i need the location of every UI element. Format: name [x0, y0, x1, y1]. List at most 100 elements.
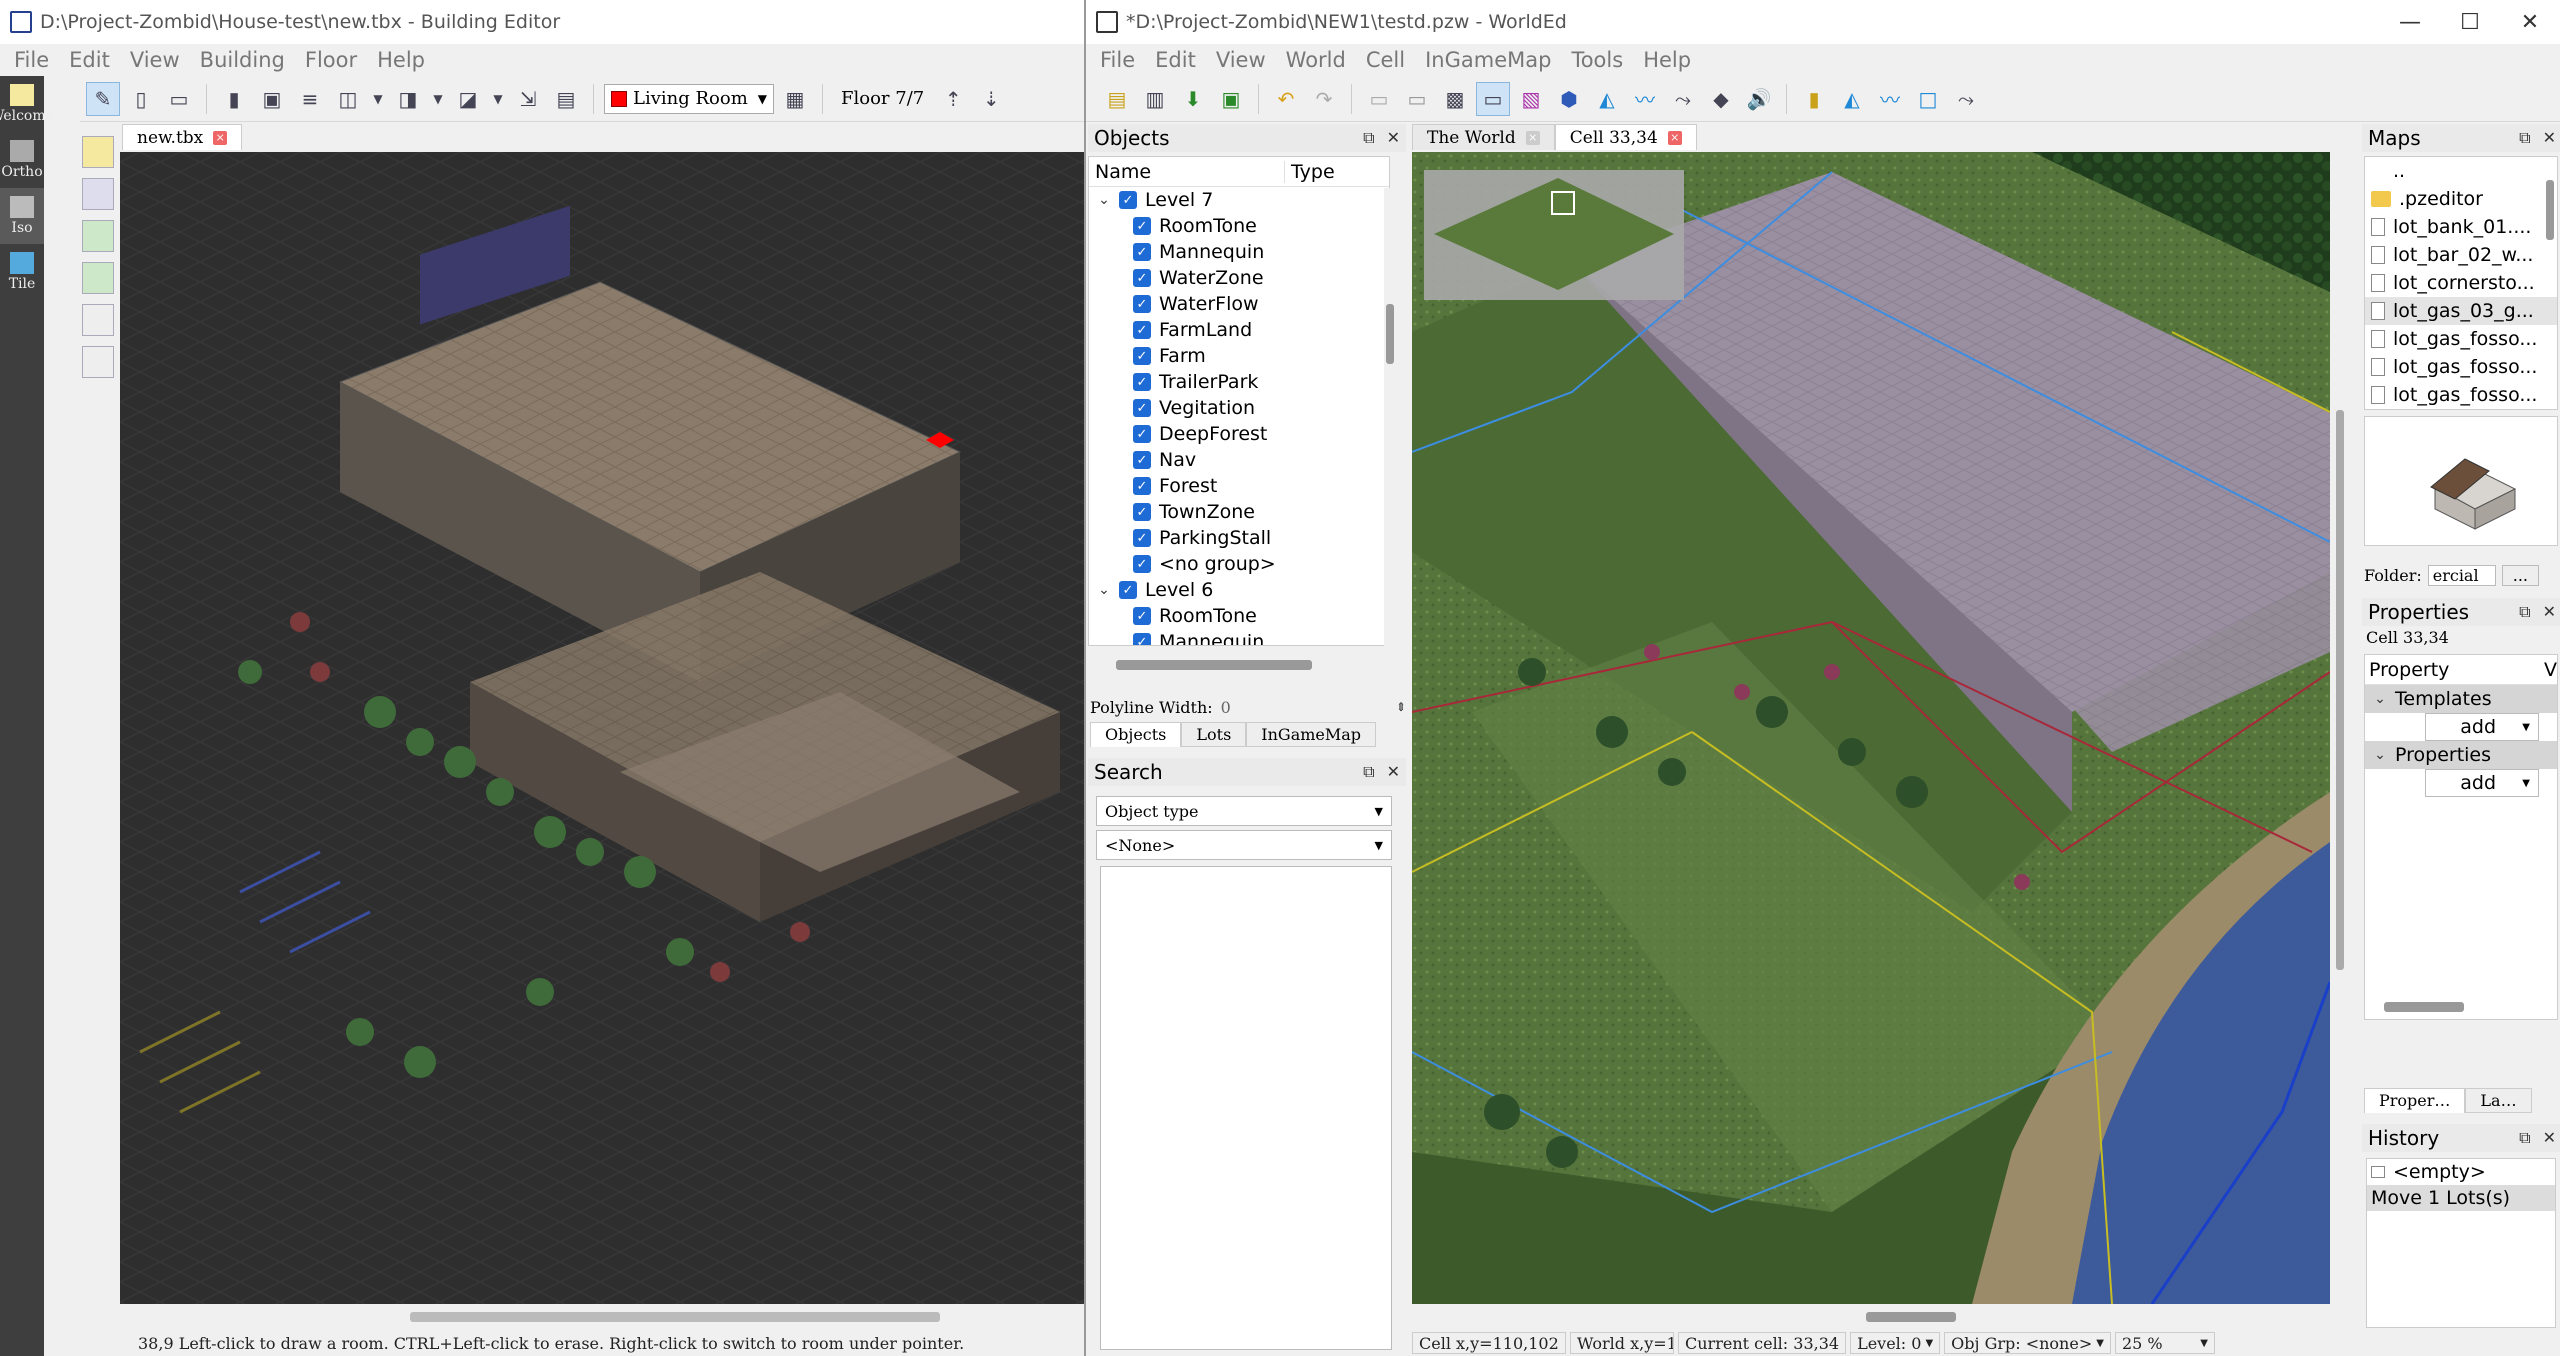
- select-icon[interactable]: ⇲: [511, 82, 545, 116]
- checkbox[interactable]: ✓: [1133, 555, 1151, 573]
- export-icon[interactable]: ▣: [1214, 82, 1248, 116]
- tree-item-row[interactable]: ✓ Forest: [1089, 473, 1389, 499]
- tab-properties[interactable]: Proper…: [2364, 1088, 2466, 1113]
- picker-icon[interactable]: ▤: [549, 82, 583, 116]
- checkbox[interactable]: ✓: [1119, 581, 1137, 599]
- map-file-item[interactable]: lot_bar_02_w...: [2365, 241, 2557, 269]
- folder-browse-button[interactable]: ...: [2501, 564, 2539, 586]
- menu-help[interactable]: Help: [1633, 48, 1701, 72]
- tree-item-row[interactable]: ✓ WaterFlow: [1089, 291, 1389, 317]
- chevron-down-icon[interactable]: ⌄: [1095, 582, 1113, 598]
- checkbox[interactable]: ✓: [1133, 399, 1151, 417]
- mode-iso[interactable]: Iso: [0, 188, 44, 244]
- rooms-dialog-icon[interactable]: ▦: [778, 82, 812, 116]
- tab-objects[interactable]: Objects: [1090, 722, 1182, 747]
- tree-item-row[interactable]: ✓ RoomTone: [1089, 213, 1389, 239]
- chevron-down-icon[interactable]: ▼: [429, 82, 447, 116]
- history-item-selected[interactable]: Move 1 Lots(s): [2367, 1185, 2555, 1211]
- menu-edit[interactable]: Edit: [1145, 48, 1206, 72]
- maps-vscroll-thumb[interactable]: [2546, 180, 2554, 240]
- close-icon[interactable]: ✕: [2543, 1128, 2556, 1148]
- window-icon[interactable]: ▣: [255, 82, 289, 116]
- chevron-down-icon[interactable]: ▼: [489, 82, 507, 116]
- bmp-polygon-icon[interactable]: ◭: [1835, 82, 1869, 116]
- new-icon[interactable]: ▤: [1100, 82, 1134, 116]
- new-icon[interactable]: [82, 136, 114, 168]
- properties-table[interactable]: Property V ⌄ Templates add ▼ ⌄ Propertie…: [2364, 654, 2558, 1020]
- checkbox[interactable]: ✓: [1133, 477, 1151, 495]
- roof-corner-icon[interactable]: ◪: [451, 82, 485, 116]
- bmp-rect-icon[interactable]: □: [1911, 82, 1945, 116]
- polyline-value[interactable]: 0: [1221, 698, 1231, 717]
- objects-hscroll-thumb[interactable]: [1116, 660, 1312, 670]
- map-file-item[interactable]: lot_cornersto...: [2365, 269, 2557, 297]
- object-tool-icon[interactable]: ⬢: [1552, 82, 1586, 116]
- save-icon[interactable]: ⬇: [1176, 82, 1210, 116]
- room-combo[interactable]: Living Room ▼: [604, 83, 774, 114]
- menu-edit[interactable]: Edit: [59, 48, 120, 72]
- menu-world[interactable]: World: [1276, 48, 1356, 72]
- chevron-down-icon[interactable]: ⌄: [1095, 192, 1113, 208]
- map-file-item[interactable]: ..: [2365, 157, 2557, 185]
- menu-help[interactable]: Help: [367, 48, 435, 72]
- pointer-tool-icon[interactable]: ◆: [1704, 82, 1738, 116]
- chevron-down-icon[interactable]: ▼: [369, 82, 387, 116]
- tree-item-row[interactable]: ✓ TrailerPark: [1089, 369, 1389, 395]
- eraser-icon[interactable]: ▭: [162, 82, 196, 116]
- checkbox[interactable]: ✓: [1133, 607, 1151, 625]
- tree-item-row[interactable]: ✓ TownZone: [1089, 499, 1389, 525]
- select-lot-icon[interactable]: ▭: [1476, 81, 1510, 116]
- polygon-tool-icon[interactable]: ◭: [1590, 82, 1624, 116]
- objects-vscroll-thumb[interactable]: [1386, 304, 1394, 364]
- door-icon[interactable]: ▮: [217, 82, 251, 116]
- search-results[interactable]: [1100, 866, 1392, 1350]
- map-file-item[interactable]: lot_gas_03_g...: [2365, 297, 2557, 325]
- float-icon[interactable]: ⧉: [2519, 602, 2530, 622]
- mode-ortho[interactable]: Ortho: [0, 132, 44, 188]
- checkbox[interactable]: ✓: [1133, 269, 1151, 287]
- close-icon[interactable]: ✕: [1387, 128, 1400, 148]
- close-icon[interactable]: ×: [1525, 130, 1540, 145]
- tree-item-row[interactable]: ✓ <no group>: [1089, 551, 1389, 577]
- folder-field[interactable]: ercial: [2427, 564, 2496, 586]
- menu-file[interactable]: File: [4, 48, 59, 72]
- polyline-tool-icon[interactable]: 〰: [1628, 82, 1662, 116]
- level-select[interactable]: Level: 0 ▼: [1850, 1332, 1941, 1354]
- bmp-polyline-icon[interactable]: 〰: [1873, 82, 1907, 116]
- bmp-edit-icon[interactable]: ⤳: [1949, 82, 1983, 116]
- save-icon[interactable]: [82, 220, 114, 252]
- paste-icon[interactable]: ▭: [1400, 82, 1434, 116]
- building-canvas[interactable]: [120, 152, 1084, 1304]
- map-file-item[interactable]: lot_gas_fosso...: [2365, 353, 2557, 381]
- spin-icon[interactable]: ⇕: [1396, 700, 1406, 714]
- menu-cell[interactable]: Cell: [1356, 48, 1415, 72]
- close-icon[interactable]: ×: [1667, 130, 1682, 145]
- add-property-button[interactable]: add ▼: [2425, 769, 2539, 797]
- object-type-select[interactable]: Object type ▼: [1096, 796, 1392, 826]
- tree-item-row[interactable]: ✓ Mannequin: [1089, 239, 1389, 265]
- menu-view[interactable]: View: [120, 48, 190, 72]
- copy-icon[interactable]: ▭: [1362, 82, 1396, 116]
- tab-lots[interactable]: Lots: [1181, 722, 1247, 747]
- wall-icon[interactable]: ▯: [124, 82, 158, 116]
- move-lot-icon[interactable]: ▧: [1514, 82, 1548, 116]
- obj-grp-select[interactable]: Obj Grp: <none> ▼: [1944, 1332, 2111, 1354]
- tree-item-row[interactable]: ✓ ParkingStall: [1089, 525, 1389, 551]
- map-file-item[interactable]: lot_gas_fosso...: [2365, 381, 2557, 409]
- history-list[interactable]: <empty> Move 1 Lots(s): [2366, 1158, 2556, 1328]
- checkbox[interactable]: ✓: [1133, 373, 1151, 391]
- tree-item-row[interactable]: ✓ Nav: [1089, 447, 1389, 473]
- float-icon[interactable]: ⧉: [2519, 128, 2530, 148]
- tab-cell[interactable]: Cell 33,34 ×: [1554, 124, 1697, 150]
- tree-item-row[interactable]: ✓ DeepForest: [1089, 421, 1389, 447]
- minimize-icon[interactable]: —: [2380, 0, 2440, 44]
- checkbox[interactable]: ✓: [1133, 295, 1151, 313]
- checkbox[interactable]: ✓: [1133, 451, 1151, 469]
- furniture-icon[interactable]: ◫: [331, 82, 365, 116]
- undo-icon[interactable]: ↶: [1269, 82, 1303, 116]
- close-icon[interactable]: ✕: [2500, 0, 2560, 44]
- tab-the-world[interactable]: The World ×: [1412, 124, 1555, 150]
- tree-item-row[interactable]: ✓ Farm: [1089, 343, 1389, 369]
- horizontal-scroll-thumb[interactable]: [410, 1312, 940, 1322]
- checkbox[interactable]: ✓: [1119, 191, 1137, 209]
